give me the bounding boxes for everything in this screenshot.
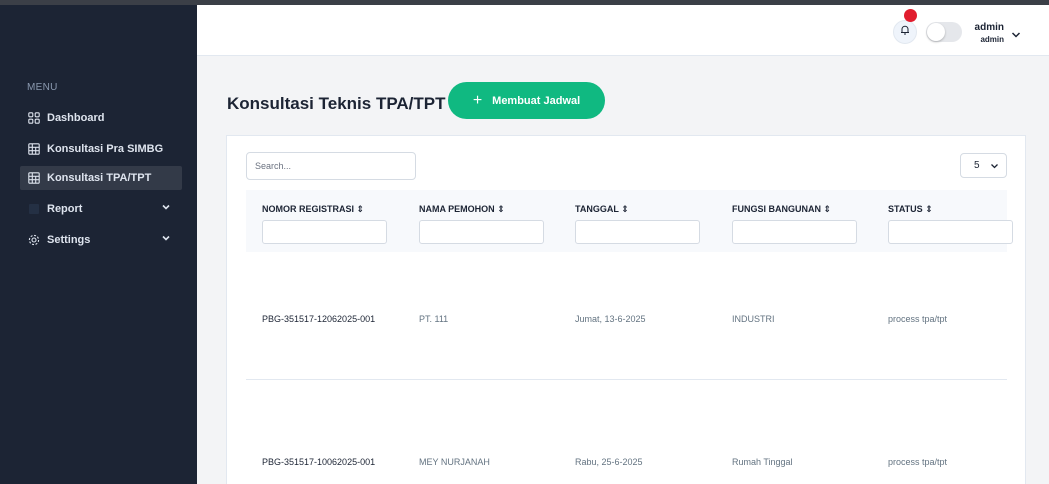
sidebar-item-label: Konsultasi TPA/TPT <box>47 172 152 184</box>
page-title: Konsultasi Teknis TPA/TPT <box>227 94 446 113</box>
add-schedule-button[interactable]: + Membuat Jadwal <box>448 82 605 119</box>
sidebar-item-dashboard[interactable]: Dashboard <box>20 106 182 130</box>
sidebar-item-label: Report <box>47 203 83 215</box>
row-divider <box>246 379 1007 380</box>
table-cell: PBG-351517-12062025-001 <box>262 314 376 324</box>
page-size-select[interactable]: 5 <box>960 153 1007 178</box>
notification-button[interactable] <box>893 20 917 44</box>
report-icon <box>27 202 41 216</box>
column-header-nomor-registrasi[interactable]: NOMOR REGISTRASI ⇕ <box>262 204 364 215</box>
chevron-down-icon[interactable] <box>1010 27 1022 38</box>
table-cell: MEY NURJANAH <box>419 457 490 467</box>
user-name[interactable]: admin <box>960 22 1004 33</box>
filter-input-nomor-registrasi[interactable] <box>262 220 387 244</box>
table-cell: Jumat, 13-6-2025 <box>575 314 646 324</box>
search-input[interactable] <box>246 152 416 180</box>
page-size-value: 5 <box>974 160 980 171</box>
top-header <box>197 5 1049 56</box>
table-cell: process tpa/tpt <box>888 314 948 324</box>
table-cell: Rabu, 25-6-2025 <box>575 457 643 467</box>
chevron-down-icon[interactable] <box>160 232 172 244</box>
chevron-down-icon <box>990 162 999 170</box>
chevron-down-icon[interactable] <box>160 201 172 213</box>
sort-icon: ⇕ <box>823 204 832 214</box>
sidebar-item-label: Konsultasi Pra SIMBG <box>47 143 164 155</box>
table-icon <box>27 142 41 156</box>
sidebar-item-konsultasi-pra-simbg[interactable]: Konsultasi Pra SIMBG <box>20 137 182 161</box>
table-header: NOMOR REGISTRASI ⇕ NAMA PEMOHON ⇕ TANGGA… <box>246 190 1013 252</box>
sort-icon: ⇕ <box>621 204 629 214</box>
filter-input-nama-pemohon[interactable] <box>419 220 544 244</box>
sidebar-item-settings[interactable]: Settings <box>20 228 182 252</box>
filter-input-fungsi-bangunan[interactable] <box>732 220 857 244</box>
dark-mode-toggle[interactable] <box>926 22 962 42</box>
sidebar-menu-label: MENU <box>27 82 58 93</box>
table-card: 5 NOMOR REGISTRASI ⇕ NAMA PEMOHON ⇕ TANG… <box>226 135 1026 484</box>
filter-input-status[interactable] <box>888 220 1013 244</box>
column-header-status[interactable]: STATUS ⇕ <box>888 204 933 215</box>
filter-input-tanggal[interactable] <box>575 220 700 244</box>
table-cell: Rumah Tinggal <box>732 457 793 467</box>
table-cell: PT. 111 <box>419 314 449 324</box>
table-cell: PBG-351517-10062025-001 <box>262 457 376 467</box>
column-header-tanggal[interactable]: TANGGAL ⇕ <box>575 204 629 215</box>
sidebar-item-konsultasi-tpa-tpt[interactable]: Konsultasi TPA/TPT <box>20 166 182 190</box>
toggle-knob <box>927 23 945 41</box>
bell-icon <box>899 23 911 41</box>
gear-icon <box>27 233 41 247</box>
sort-icon: ⇕ <box>497 204 505 214</box>
add-schedule-label: Membuat Jadwal <box>492 94 581 107</box>
table-cell: INDUSTRI <box>732 314 775 324</box>
column-header-nama-pemohon[interactable]: NAMA PEMOHON ⇕ <box>419 204 505 215</box>
table-icon <box>27 171 41 185</box>
sidebar-item-label: Settings <box>47 234 91 246</box>
sort-icon: ⇕ <box>356 204 365 214</box>
column-header-fungsi-bangunan[interactable]: FUNGSI BANGUNAN ⇕ <box>732 204 831 215</box>
table-cell: process tpa/tpt <box>888 457 948 467</box>
plus-icon: + <box>472 91 483 109</box>
dashboard-icon <box>27 111 41 125</box>
sort-icon: ⇕ <box>925 204 933 214</box>
notification-badge <box>904 9 917 22</box>
sidebar-item-label: Dashboard <box>47 112 105 124</box>
sidebar-item-report[interactable]: Report <box>20 197 182 221</box>
user-role: admin <box>980 35 1004 44</box>
